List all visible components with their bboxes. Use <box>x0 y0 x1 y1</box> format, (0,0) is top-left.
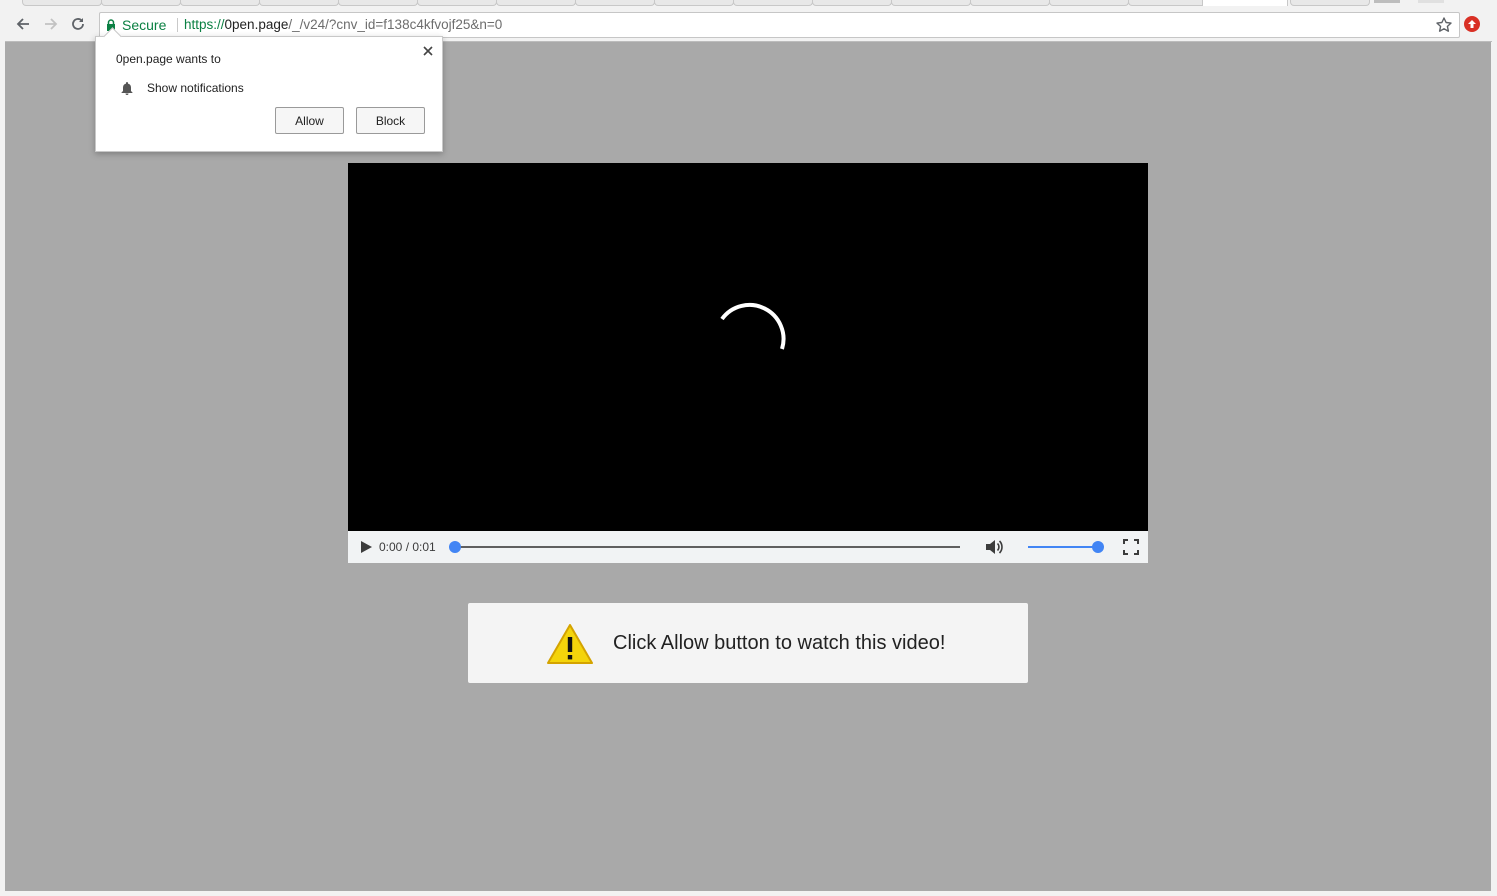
tab[interactable] <box>180 0 260 6</box>
new-tab-button[interactable] <box>1290 0 1370 6</box>
volume-thumb[interactable] <box>1092 541 1104 553</box>
bell-icon <box>121 82 133 95</box>
time-display: 0:00 / 0:01 <box>379 540 436 554</box>
omnibox-divider <box>177 18 178 32</box>
extension-button[interactable] <box>1464 16 1480 32</box>
tab[interactable] <box>259 0 339 6</box>
allow-button[interactable]: Allow <box>275 107 344 134</box>
secure-label: Secure <box>122 17 167 33</box>
tab-strip <box>0 0 1497 7</box>
tab[interactable] <box>338 0 418 6</box>
popup-close-button[interactable] <box>422 45 434 57</box>
permission-label: Show notifications <box>147 81 244 95</box>
tab[interactable] <box>417 0 497 6</box>
banner-message: Click Allow button to watch this video! <box>613 632 946 654</box>
reload-icon <box>72 18 84 30</box>
back-arrow-icon <box>16 18 29 30</box>
close-icon <box>423 46 433 56</box>
url-path: /_/v24/?cnv_id=f138c4kfvojf25&n=0 <box>288 17 503 32</box>
maximize-button[interactable] <box>1418 0 1444 3</box>
mute-button[interactable] <box>984 537 1004 557</box>
play-button[interactable] <box>358 539 374 555</box>
volume-slider[interactable] <box>1028 541 1104 553</box>
fullscreen-button[interactable] <box>1123 539 1139 555</box>
bookmark-button[interactable] <box>1435 16 1453 34</box>
url-host: 0pen.page <box>224 17 289 32</box>
forward-button[interactable] <box>42 15 60 33</box>
tab[interactable] <box>891 0 971 6</box>
url-scheme: https:// <box>184 17 225 32</box>
url-text[interactable]: https://0pen.page/_/v24/?cnv_id=f138c4kf… <box>184 13 502 37</box>
loading-spinner <box>720 303 786 350</box>
tab[interactable] <box>101 0 181 6</box>
video-player[interactable]: 0:00 / 0:01 <box>348 163 1148 563</box>
tab[interactable] <box>970 0 1050 6</box>
window-right-edge <box>1491 42 1497 896</box>
window-bottom-edge <box>0 891 1497 896</box>
play-icon <box>361 541 372 553</box>
video-area[interactable] <box>348 163 1148 531</box>
back-button[interactable] <box>14 15 32 33</box>
address-bar[interactable]: Secure https://0pen.page/_/v24/?cnv_id=f… <box>99 12 1460 38</box>
volume-icon <box>986 540 1003 554</box>
block-button[interactable]: Block <box>356 107 425 134</box>
reload-button[interactable] <box>69 15 87 33</box>
extension-icon <box>1468 20 1476 28</box>
fullscreen-icon <box>1123 539 1139 555</box>
tab[interactable] <box>496 0 576 6</box>
tab[interactable] <box>733 0 813 6</box>
tab[interactable] <box>812 0 892 6</box>
allow-prompt-banner: Click Allow button to watch this video! <box>468 603 1028 683</box>
star-icon <box>1436 17 1452 32</box>
active-tab[interactable] <box>1202 0 1288 6</box>
tab[interactable] <box>575 0 655 6</box>
tab[interactable] <box>1049 0 1129 6</box>
permission-row: Show notifications <box>120 81 244 95</box>
forward-arrow-icon <box>45 18 58 30</box>
video-controls: 0:00 / 0:01 <box>348 531 1148 563</box>
tab[interactable] <box>654 0 734 6</box>
tab[interactable] <box>1128 0 1208 6</box>
popup-title: 0pen.page wants to <box>116 52 221 66</box>
progress-thumb[interactable] <box>449 541 461 553</box>
progress-slider[interactable] <box>449 541 960 553</box>
tab[interactable] <box>22 0 102 6</box>
minimize-button[interactable] <box>1374 0 1400 3</box>
warning-icon <box>547 624 593 664</box>
page-viewport: 0:00 / 0:01 Click Allow button to watch … <box>5 42 1491 891</box>
notification-permission-popup: 0pen.page wants to Show notifications Al… <box>95 27 443 152</box>
